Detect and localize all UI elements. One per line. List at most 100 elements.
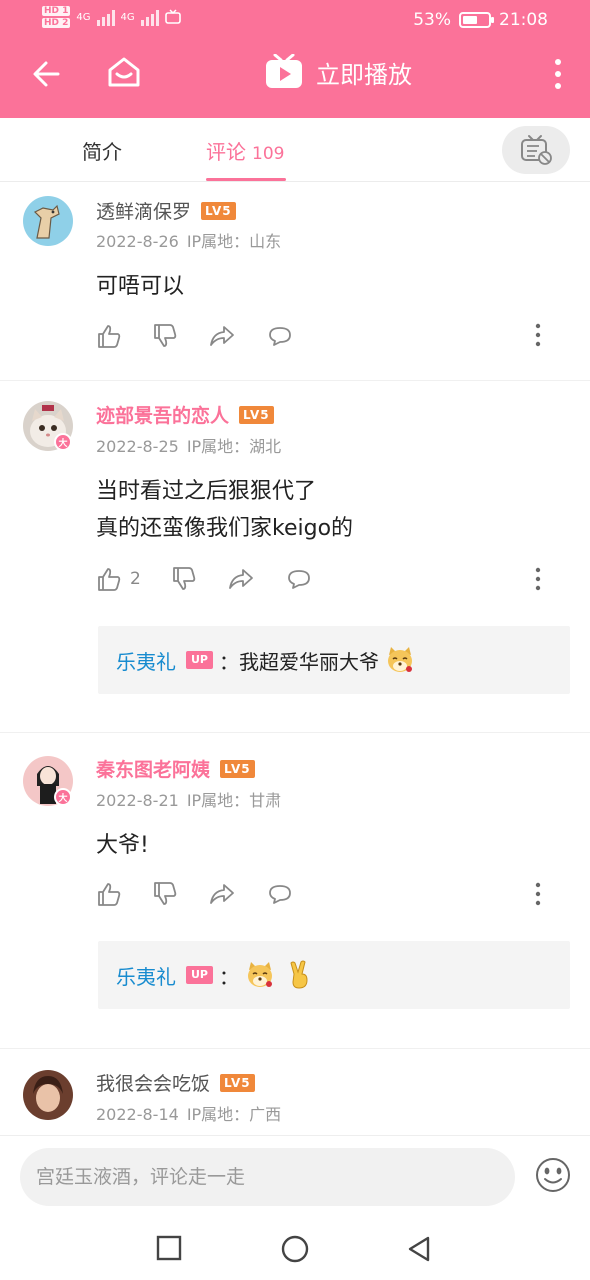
dislike-button[interactable]	[171, 566, 197, 592]
comment-more-icon[interactable]	[534, 882, 542, 906]
reply-button[interactable]	[266, 323, 294, 349]
share-button[interactable]	[208, 881, 236, 907]
comment-meta: 2022-8-25 IP属地：湖北	[96, 433, 281, 457]
comment-input-bar: 宫廷玉液酒，评论走一走	[0, 1135, 590, 1219]
comment-line: 当时看过之后狠狠代了	[96, 479, 317, 504]
comment-ip: IP属地：山东	[186, 232, 282, 251]
play-tv-icon	[266, 54, 302, 88]
share-arrow-icon	[210, 884, 234, 904]
battery-icon	[459, 12, 494, 28]
dislike-button[interactable]	[152, 881, 178, 907]
thumbs-down-icon	[154, 324, 177, 347]
clock: 21:08	[499, 10, 548, 30]
reply-username[interactable]: 乐夷礼	[116, 961, 176, 990]
more-vertical-icon[interactable]	[548, 54, 568, 94]
comment-username[interactable]: 我很会会吃饭 LV5	[96, 1069, 255, 1096]
comment-username[interactable]: 透鲜滴保罗 LV5	[96, 197, 236, 224]
comment-input-placeholder: 宫廷玉液酒，评论走一走	[36, 1166, 246, 1188]
level-badge: LV5	[220, 759, 255, 778]
comment-item: 透鲜滴保罗 LV5 2022-8-26 IP属地：山东 可唔可以	[0, 183, 590, 381]
comment-bubble-icon	[269, 885, 291, 904]
like-count: 2	[130, 569, 141, 589]
home-circle-icon[interactable]	[281, 1235, 309, 1263]
comment-ip: IP属地：湖北	[186, 437, 282, 456]
tab-intro-label: 简介	[82, 140, 122, 164]
comment-line: 大爷!	[96, 833, 149, 858]
dislike-button[interactable]	[152, 323, 178, 349]
vip-badge-text: 大	[58, 438, 68, 449]
back-arrow-icon[interactable]	[28, 54, 68, 94]
sim-indicator: HD 1 HD 2	[42, 6, 71, 28]
share-arrow-icon	[210, 326, 234, 346]
signal-icon	[96, 8, 115, 26]
back-triangle-icon[interactable]	[406, 1235, 432, 1263]
comment-item: 我很会会吃饭 LV5 2022-8-14 IP属地：广西	[0, 1049, 590, 1135]
up-reply[interactable]: 乐夷礼 UP ：	[98, 941, 570, 1009]
thumbs-up-icon	[98, 883, 121, 906]
comment-line: 可唔可以	[96, 274, 185, 299]
vip-badge: 大	[54, 433, 72, 451]
like-button[interactable]: 2	[96, 566, 141, 592]
comment-date: 2022-8-26	[96, 232, 179, 251]
thumbs-down-icon	[154, 882, 177, 905]
comment-actions: 2	[96, 566, 343, 592]
home-icon[interactable]	[104, 52, 144, 92]
comment-item: 大 迹部景吾的恋人 LV5 2022-8-25 IP属地：湖北 当时看过之后狠狠代…	[0, 381, 590, 733]
thumbs-up-icon	[98, 568, 121, 591]
avatar[interactable]	[23, 196, 73, 246]
network2-label: 4G	[120, 11, 135, 23]
comment-item: 大 秦东图老阿姨 LV5 2022-8-21 IP属地：甘肃 大爷! 乐夷礼 U…	[0, 733, 590, 1049]
like-button[interactable]	[96, 323, 122, 349]
tab-intro[interactable]: 简介	[82, 136, 122, 165]
share-button[interactable]	[208, 323, 236, 349]
username-text: 秦东图老阿姨	[96, 759, 211, 781]
level-badge: LV5	[239, 405, 274, 424]
comment-bubble-icon	[269, 327, 291, 346]
status-bar: HD 1 HD 2 4G 4G 53% 21:08	[0, 0, 590, 42]
doge-emoji-icon	[248, 962, 272, 987]
comment-meta: 2022-8-14 IP属地：广西	[96, 1101, 281, 1125]
level-badge: LV5	[201, 201, 236, 220]
comment-ip: IP属地：广西	[186, 1105, 282, 1124]
reply-text: ：	[219, 964, 239, 989]
reply-button[interactable]	[285, 566, 313, 592]
comment-content: 可唔可以	[96, 268, 184, 305]
vip-badge-text: 大	[58, 793, 68, 804]
reply-button[interactable]	[266, 881, 294, 907]
comment-more-icon[interactable]	[534, 323, 542, 347]
play-now-label: 立即播放	[316, 60, 412, 89]
reply-username[interactable]: 乐夷礼	[116, 646, 176, 675]
app-bar: 立即播放	[0, 42, 590, 118]
comment-date: 2022-8-25	[96, 437, 179, 456]
emoji-smiley-icon[interactable]	[534, 1156, 572, 1194]
sim2-label: HD 2	[42, 18, 71, 28]
username-text: 迹部景吾的恋人	[96, 405, 230, 427]
victory-hand-emoji-icon	[290, 960, 308, 989]
tab-active-indicator	[206, 178, 286, 181]
level-badge: LV5	[220, 1073, 255, 1092]
comment-meta: 2022-8-21 IP属地：甘肃	[96, 787, 281, 811]
comment-meta: 2022-8-26 IP属地：山东	[96, 228, 281, 252]
tab-comments[interactable]: 评论 109	[206, 136, 284, 165]
network1-label: 4G	[76, 11, 91, 23]
comment-username[interactable]: 秦东图老阿姨 LV5	[96, 755, 255, 782]
comment-list[interactable]: 透鲜滴保罗 LV5 2022-8-26 IP属地：山东 可唔可以 大 迹部景吾的…	[0, 183, 590, 1135]
up-tag: UP	[186, 966, 213, 984]
tab-comments-label: 评论	[206, 140, 246, 164]
comment-bubble-icon	[287, 570, 310, 589]
recents-square-icon[interactable]	[156, 1235, 182, 1261]
thumbs-up-icon	[98, 325, 121, 348]
comment-more-icon[interactable]	[534, 567, 542, 591]
vip-badge: 大	[54, 788, 72, 806]
like-button[interactable]	[96, 881, 122, 907]
comment-input[interactable]: 宫廷玉液酒，评论走一走	[20, 1148, 515, 1206]
comment-line: 真的还蛮像我们家keigo的	[96, 516, 354, 541]
tab-bar: 简介 评论 109	[0, 118, 590, 182]
comment-username[interactable]: 迹部景吾的恋人 LV5	[96, 401, 274, 428]
share-button[interactable]	[227, 566, 255, 592]
reply-text: ：我超爱华丽大爷	[219, 649, 379, 674]
up-reply[interactable]: 乐夷礼 UP ：我超爱华丽大爷	[98, 626, 570, 694]
danmaku-toggle-button[interactable]	[502, 126, 570, 174]
avatar[interactable]	[23, 1070, 73, 1120]
play-now-button[interactable]: 立即播放	[264, 50, 412, 94]
